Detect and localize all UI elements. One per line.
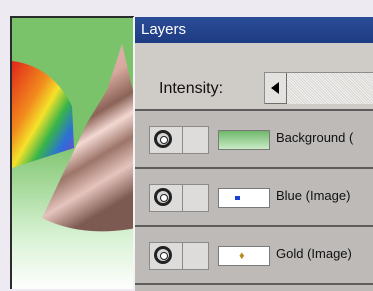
- layer-name: Blue (Image): [276, 188, 351, 203]
- canvas-artwork: [12, 18, 134, 289]
- layer-name: Gold (Image): [276, 246, 352, 261]
- layers-title-bar[interactable]: Layers: [135, 17, 373, 43]
- application-window: Layers Intensity: Background (Blue (Ima…: [0, 0, 373, 291]
- gold-glyph-icon: ♦: [239, 250, 245, 262]
- intensity-control: Intensity:: [135, 43, 373, 109]
- layer-row-partial: [135, 283, 373, 291]
- eye-icon: [154, 188, 172, 206]
- eye-icon: [154, 130, 172, 148]
- layer-thumbnail: ♦: [218, 246, 270, 266]
- intensity-label: Intensity:: [159, 80, 224, 97]
- eye-icon: [154, 246, 172, 264]
- layer-thumbnail: [218, 188, 270, 208]
- layer-row-gold[interactable]: ♦ Gold (Image): [135, 225, 373, 283]
- intensity-slider[interactable]: [264, 72, 373, 104]
- link-toggle[interactable]: [183, 126, 209, 154]
- visibility-toggle[interactable]: [149, 184, 183, 212]
- link-toggle[interactable]: [183, 242, 209, 270]
- layer-row-blue[interactable]: Blue (Image): [135, 167, 373, 225]
- visibility-toggle[interactable]: [149, 126, 183, 154]
- layer-thumbnail: [218, 130, 270, 150]
- visibility-toggle[interactable]: [149, 242, 183, 270]
- image-canvas[interactable]: [10, 16, 134, 289]
- layers-panel: Layers Intensity: Background (Blue (Ima…: [133, 17, 373, 291]
- layer-name: Background (: [276, 130, 354, 145]
- blue-dot-icon: [235, 196, 240, 200]
- arrow-left-icon[interactable]: [265, 73, 287, 104]
- link-toggle[interactable]: [183, 184, 209, 212]
- layer-row-background[interactable]: Background (: [135, 109, 373, 167]
